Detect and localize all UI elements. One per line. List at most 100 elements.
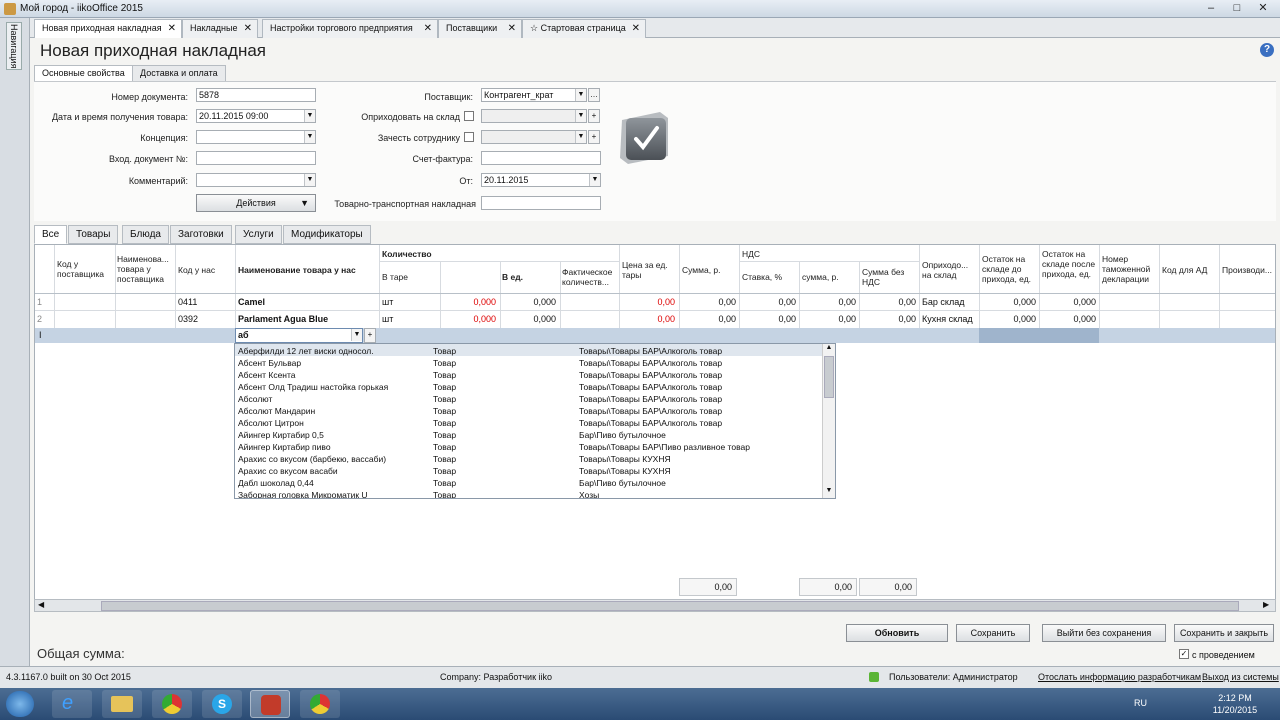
doc-tab-new-invoice[interactable]: Новая приходная накладная ✕ bbox=[34, 19, 182, 38]
hscroll-thumb[interactable] bbox=[101, 601, 1239, 611]
col-ad-code[interactable]: Код для АД bbox=[1162, 265, 1218, 275]
col-vat-rate[interactable]: Ставка, % bbox=[742, 272, 798, 282]
waybill-field[interactable] bbox=[481, 196, 601, 210]
save-and-close-button[interactable]: Сохранить и закрыть bbox=[1174, 624, 1274, 642]
col-to-stock[interactable]: Оприходо... на склад bbox=[922, 260, 978, 280]
post-document-checkmark-icon[interactable] bbox=[616, 110, 672, 166]
concept-select[interactable]: ▼ bbox=[196, 130, 316, 144]
chevron-left-icon[interactable]: ◀ bbox=[38, 600, 44, 609]
chevron-down-icon[interactable]: ▼ bbox=[304, 110, 315, 122]
suggestion-item-name[interactable]: Айингер Киртабир 0,5 bbox=[238, 429, 324, 441]
minimize-button[interactable]: – bbox=[1198, 2, 1224, 16]
doc-tab-invoices[interactable]: Накладные ✕ bbox=[182, 19, 258, 38]
col-our-code[interactable]: Код у нас bbox=[178, 265, 234, 275]
col-actual-qty[interactable]: Фактическое количеств... bbox=[562, 267, 618, 287]
grid-tab-preparations[interactable]: Заготовки bbox=[170, 225, 232, 244]
suggestion-item-name[interactable]: Арахис со вкусом васаби bbox=[238, 465, 338, 477]
supplier-select[interactable]: Контрагент_крат ▼ bbox=[481, 88, 587, 102]
col-vat-sum[interactable]: сумма, р. bbox=[802, 272, 858, 282]
close-tab-icon[interactable]: ✕ bbox=[632, 20, 640, 37]
doc-number-field[interactable]: 5878 bbox=[196, 88, 316, 102]
logout-link[interactable]: Выход из системы bbox=[1202, 672, 1279, 682]
col-customs[interactable]: Номер таможенной декларации bbox=[1102, 254, 1158, 284]
comment-field[interactable]: ▼ bbox=[196, 173, 316, 187]
from-date-field[interactable]: 20.11.2015 ▼ bbox=[481, 173, 601, 187]
chevron-down-icon[interactable]: ▼ bbox=[823, 487, 835, 497]
close-tab-icon[interactable]: ✕ bbox=[508, 20, 516, 37]
actions-button[interactable]: Действия ▼ bbox=[196, 194, 316, 212]
scroll-thumb[interactable] bbox=[824, 356, 834, 398]
chrome-icon[interactable] bbox=[152, 690, 192, 718]
employee-checkbox[interactable] bbox=[464, 132, 474, 142]
table-row[interactable]: 2 0392 Parlament Agua Blue шт 0,000 0,00… bbox=[35, 311, 1275, 327]
col-price-pack[interactable]: Цена за ед. тары bbox=[622, 260, 678, 280]
warehouse-checkbox[interactable] bbox=[464, 111, 474, 121]
col-sum[interactable]: Сумма, р. bbox=[682, 265, 738, 275]
chevron-down-icon[interactable]: ▼ bbox=[575, 110, 586, 122]
chrome-icon[interactable] bbox=[300, 690, 340, 718]
new-row[interactable]: I bbox=[35, 328, 1275, 343]
suggestion-item-name[interactable]: Абсент Олд Традиш настойка горькая bbox=[238, 381, 388, 393]
ie-icon[interactable]: e bbox=[52, 690, 92, 718]
col-stock-after[interactable]: Остаток на складе после прихода, ед. bbox=[1042, 249, 1098, 279]
start-button-icon[interactable] bbox=[6, 691, 34, 717]
grid-tab-dishes[interactable]: Блюда bbox=[122, 225, 169, 244]
suggestion-item-name[interactable]: Абсент Бульвар bbox=[238, 357, 301, 369]
close-window-button[interactable]: ✕ bbox=[1250, 2, 1276, 16]
chevron-down-icon[interactable]: ▼ bbox=[304, 174, 315, 186]
col-producer[interactable]: Производи... bbox=[1222, 265, 1275, 275]
invoice-field[interactable] bbox=[481, 151, 601, 165]
suggestion-item-name[interactable]: Айингер Киртабир пиво bbox=[238, 441, 331, 453]
suggestion-item-name[interactable]: Абсолют bbox=[238, 393, 272, 405]
exit-without-save-button[interactable]: Выйти без сохранения bbox=[1042, 624, 1166, 642]
employee-select[interactable]: ▼ bbox=[481, 130, 587, 144]
grid-tab-goods[interactable]: Товары bbox=[68, 225, 119, 244]
table-row[interactable]: 1 0411 Camel шт 0,000 0,000 0,00 0,00 0,… bbox=[35, 294, 1275, 310]
suggestion-item-name[interactable]: Дабл шоколад 0,44 bbox=[238, 477, 314, 489]
col-supplier-name[interactable]: Наименова... товара у поставщика bbox=[117, 254, 173, 284]
doc-tab-settings[interactable]: Настройки торгового предприятия ✕ bbox=[262, 19, 438, 38]
date-field[interactable]: 20.11.2015 09:00 ▼ bbox=[196, 109, 316, 123]
tab-delivery-payment[interactable]: Доставка и оплата bbox=[132, 65, 226, 82]
col-sum-no-vat[interactable]: Сумма без НДС bbox=[862, 267, 918, 287]
chevron-down-icon[interactable]: ▼ bbox=[589, 174, 600, 186]
skype-icon[interactable]: S bbox=[202, 690, 242, 718]
navigation-toggle[interactable]: Навигация bbox=[6, 22, 22, 70]
suggestion-item-name[interactable]: Аберфилди 12 лет виски односол. bbox=[238, 345, 374, 357]
post-checkbox[interactable]: ✓ bbox=[1179, 649, 1189, 659]
taskbar-clock[interactable]: 2:12 PM 11/20/2015 bbox=[1200, 692, 1270, 716]
warehouse-add-button[interactable]: + bbox=[588, 109, 600, 123]
col-supplier-code[interactable]: Код у поставщика bbox=[57, 259, 113, 279]
product-search-input[interactable]: аб ▼ bbox=[235, 328, 363, 343]
refresh-button[interactable]: Обновить bbox=[846, 624, 948, 642]
employee-add-button[interactable]: + bbox=[588, 130, 600, 144]
tab-main-properties[interactable]: Основные свойства bbox=[34, 65, 133, 82]
explorer-folder-icon[interactable] bbox=[102, 690, 142, 718]
suggestion-item-name[interactable]: Абсент Ксента bbox=[238, 369, 296, 381]
suggestion-item-name[interactable]: Абсолют Мандарин bbox=[238, 405, 315, 417]
product-suggestions[interactable]: Аберфилди 12 лет виски односол. Товар Това… bbox=[234, 343, 836, 499]
chevron-down-icon[interactable]: ▼ bbox=[351, 329, 362, 341]
in-doc-field[interactable] bbox=[196, 151, 316, 165]
supplier-more-button[interactable]: … bbox=[588, 88, 600, 102]
chevron-down-icon[interactable]: ▼ bbox=[575, 131, 586, 143]
chevron-up-icon[interactable]: ▲ bbox=[823, 344, 835, 354]
grid-tab-services[interactable]: Услуги bbox=[235, 225, 282, 244]
grid-horizontal-scrollbar[interactable]: ◀ ▶ bbox=[34, 599, 1276, 612]
maximize-button[interactable]: □ bbox=[1224, 2, 1250, 16]
help-icon[interactable]: ? bbox=[1260, 43, 1274, 57]
suggestion-item-name[interactable]: Абсолют Цитрон bbox=[238, 417, 304, 429]
suggestion-item-name[interactable]: Заборная головка Микроматик U bbox=[238, 489, 368, 498]
language-indicator[interactable]: RU bbox=[1134, 698, 1147, 708]
col-our-name[interactable]: Наименование товара у нас bbox=[238, 265, 378, 275]
suggestion-item-name[interactable]: Арахис со вкусом (барбекю, вассаби) bbox=[238, 453, 386, 465]
send-info-link[interactable]: Отослать информацию разработчикам bbox=[1038, 672, 1201, 682]
close-tab-icon[interactable]: ✕ bbox=[244, 20, 252, 37]
chevron-down-icon[interactable]: ▼ bbox=[575, 89, 586, 101]
suggestions-scrollbar[interactable]: ▲ ▼ bbox=[822, 344, 835, 498]
warehouse-select[interactable]: ▼ bbox=[481, 109, 587, 123]
col-in-pack[interactable]: В таре bbox=[382, 272, 438, 282]
iiko-office-icon[interactable] bbox=[250, 690, 290, 718]
close-tab-icon[interactable]: ✕ bbox=[424, 20, 432, 37]
chevron-right-icon[interactable]: ▶ bbox=[1263, 600, 1269, 609]
